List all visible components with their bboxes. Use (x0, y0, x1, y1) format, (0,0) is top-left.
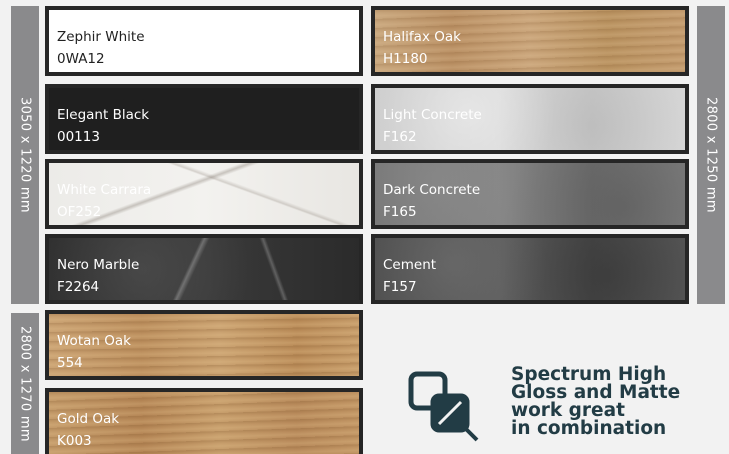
swatch-halifax-oak[interactable]: Halifax Oak H1180 (371, 6, 689, 76)
swatch-name: Halifax Oak (383, 29, 461, 45)
swatch-code: OF252 (57, 204, 102, 220)
swatch-code: 554 (57, 355, 83, 371)
swatch-code: 0WA12 (57, 51, 105, 67)
swatch-name: Gold Oak (57, 411, 120, 427)
size-label-left-top: 3050 x 1220 mm (11, 6, 39, 304)
swatch-cement[interactable]: Cement F157 (371, 234, 689, 304)
size-label-text: 2800 x 1250 mm (703, 97, 719, 213)
swatch-nero-marble[interactable]: Nero Marble F2264 (45, 234, 363, 304)
swatch-name: Zephir White (57, 29, 145, 45)
swatch-name: Dark Concrete (383, 182, 481, 198)
swatch-name: Light Concrete (383, 107, 482, 123)
swatch-code: H1180 (383, 51, 428, 67)
swatch-zephir-white[interactable]: Zephir White 0WA12 (45, 6, 363, 76)
swatch-code: F162 (383, 129, 417, 145)
swatch-code: K003 (57, 433, 92, 449)
combination-callout: Spectrum High Gloss and Matte work great… (511, 365, 721, 439)
swatch-dark-concrete[interactable]: Dark Concrete F165 (371, 159, 689, 229)
swatch-code: 00113 (57, 129, 100, 145)
swatch-light-concrete[interactable]: Light Concrete F162 (371, 84, 689, 154)
size-label-text: 2800 x 1270 mm (17, 325, 33, 442)
swatch-code: F165 (383, 204, 417, 220)
swatch-elegant-black[interactable]: Elegant Black 00113 (45, 84, 363, 154)
swatch-gold-oak[interactable]: Gold Oak K003 (45, 388, 363, 454)
callout-line: in combination (511, 418, 667, 439)
size-label-text: 3050 x 1220 mm (17, 97, 33, 213)
swatch-white-carrara[interactable]: White Carrara OF252 (45, 159, 363, 229)
swatch-code: F2264 (57, 279, 100, 295)
swatch-name: Wotan Oak (57, 333, 131, 349)
swatch-name: White Carrara (57, 182, 152, 198)
swatch-code: F157 (383, 279, 417, 295)
swatch-name: Nero Marble (57, 257, 140, 273)
size-label-right: 2800 x 1250 mm (697, 6, 725, 304)
swatch-wotan-oak[interactable]: Wotan Oak 554 (45, 310, 363, 380)
swatch-name: Elegant Black (57, 107, 150, 123)
swatch-name: Cement (383, 257, 437, 273)
overlapping-squares-icon (408, 371, 479, 442)
size-label-left-bottom: 2800 x 1270 mm (11, 313, 39, 454)
